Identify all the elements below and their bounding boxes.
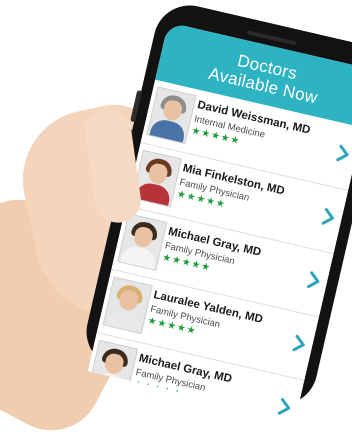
chevron-right-icon[interactable] [334, 144, 352, 165]
doctor-photo [146, 86, 197, 145]
avatar-shirt [119, 244, 158, 271]
chevron-right-icon[interactable] [291, 334, 309, 355]
doctor-photo [117, 213, 168, 271]
chevron-right-icon[interactable] [320, 207, 338, 228]
avatar-shirt [104, 307, 143, 335]
chevron-right-icon[interactable] [305, 270, 323, 291]
chevron-right-icon[interactable] [276, 397, 294, 418]
avatar-shirt [148, 117, 187, 145]
doctor-photo [102, 276, 153, 335]
